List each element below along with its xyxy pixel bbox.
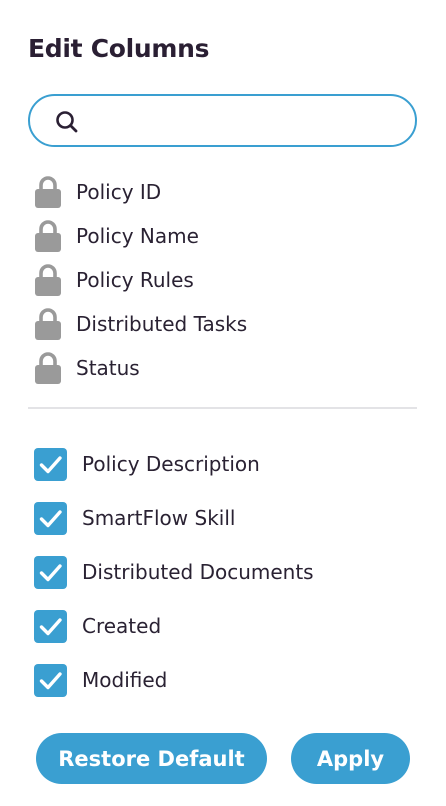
column-option-distributed-documents[interactable]: Distributed Documents	[34, 545, 314, 599]
restore-default-button[interactable]: Restore Default	[36, 733, 267, 784]
column-option-smartflow-skill[interactable]: SmartFlow Skill	[34, 491, 314, 545]
locked-columns-list: Policy ID Policy Name Policy Rules Distr…	[34, 170, 247, 390]
lock-icon	[35, 352, 61, 384]
apply-button[interactable]: Apply	[291, 733, 410, 784]
checkbox-checked[interactable]	[34, 663, 67, 697]
locked-column-policy-id: Policy ID	[34, 170, 247, 214]
locked-column-label: Policy Name	[76, 224, 199, 248]
locked-column-status: Status	[34, 346, 247, 390]
locked-column-policy-name: Policy Name	[34, 214, 247, 258]
checkmark-icon	[39, 509, 62, 527]
search-icon	[56, 111, 78, 133]
search-input[interactable]	[92, 104, 402, 138]
locked-column-label: Policy ID	[76, 180, 162, 204]
column-option-label: Created	[82, 614, 162, 638]
panel-title: Edit Columns	[28, 34, 210, 63]
lock-icon	[35, 176, 61, 208]
checkbox-checked[interactable]	[34, 555, 67, 589]
checkmark-icon	[39, 563, 62, 581]
edit-columns-panel: Edit Columns Policy ID Policy Name Polic…	[0, 0, 446, 806]
checkbox-checked[interactable]	[34, 501, 67, 535]
column-option-label: SmartFlow Skill	[82, 506, 236, 530]
locked-column-label: Status	[76, 356, 140, 380]
column-option-label: Policy Description	[82, 452, 260, 476]
column-option-created[interactable]: Created	[34, 599, 314, 653]
checkmark-icon	[39, 671, 62, 689]
optional-columns-list: Policy Description SmartFlow Skill Distr…	[34, 437, 314, 707]
lock-icon	[35, 220, 61, 252]
column-option-policy-description[interactable]: Policy Description	[34, 437, 314, 491]
section-divider	[28, 407, 417, 409]
locked-column-policy-rules: Policy Rules	[34, 258, 247, 302]
lock-icon	[35, 264, 61, 296]
checkbox-checked[interactable]	[34, 447, 67, 481]
checkmark-icon	[39, 455, 62, 473]
locked-column-label: Policy Rules	[76, 268, 194, 292]
checkmark-icon	[39, 617, 62, 635]
locked-column-distributed-tasks: Distributed Tasks	[34, 302, 247, 346]
column-option-label: Distributed Documents	[82, 560, 314, 584]
column-option-modified[interactable]: Modified	[34, 653, 314, 707]
checkbox-checked[interactable]	[34, 609, 67, 643]
locked-column-label: Distributed Tasks	[76, 312, 248, 336]
search-box[interactable]	[28, 94, 417, 147]
lock-icon	[35, 308, 61, 340]
column-option-label: Modified	[82, 668, 168, 692]
